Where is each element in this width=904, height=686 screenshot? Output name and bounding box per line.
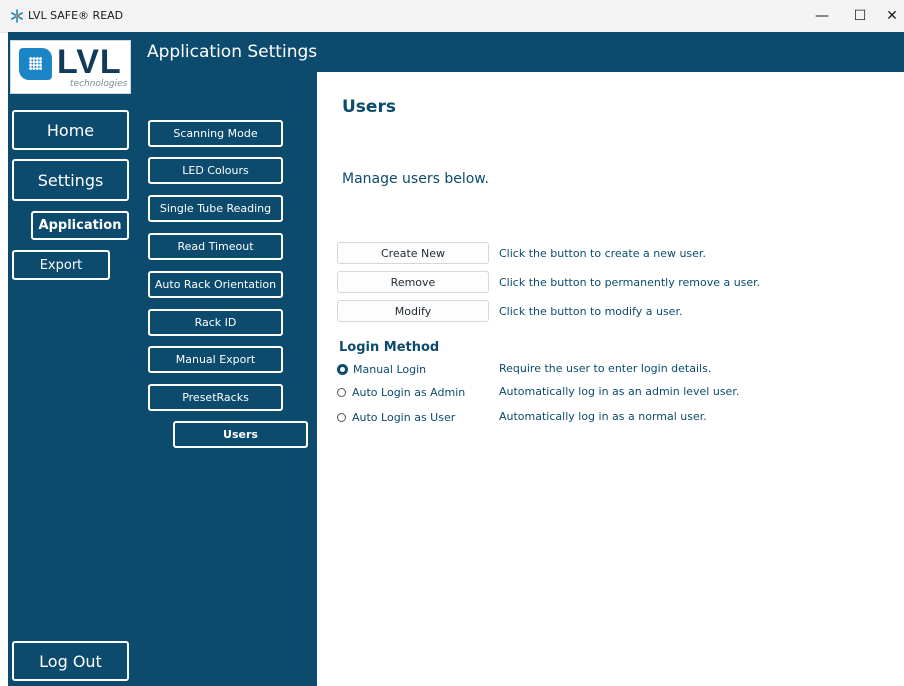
subnav-rack-id[interactable]: Rack ID [148, 309, 283, 336]
logout-button[interactable]: Log Out [12, 641, 129, 681]
remove-description: Click the button to permanently remove a… [499, 276, 761, 289]
auto-login-user-description: Automatically log in as a normal user. [499, 410, 707, 423]
minimize-button[interactable]: — [802, 0, 842, 32]
subnav-led-colours[interactable]: LED Colours [148, 157, 283, 184]
auto-login-admin-description: Automatically log in as an admin level u… [499, 385, 740, 398]
subnav-scanning-mode[interactable]: Scanning Mode [148, 120, 283, 147]
subnav-auto-rack-orientation[interactable]: Auto Rack Orientation [148, 271, 283, 298]
radio-unchecked-icon[interactable] [337, 412, 346, 422]
radio-label[interactable]: Manual Login [353, 363, 426, 376]
nav-application-button[interactable]: Application [31, 211, 129, 240]
radio-label[interactable]: Auto Login as Admin [352, 386, 465, 399]
nav-settings-button[interactable]: Settings [12, 159, 129, 201]
subnav-read-timeout[interactable]: Read Timeout [148, 233, 283, 260]
company-logo: LVL technologies [10, 40, 131, 94]
close-button[interactable]: ✕ [872, 0, 904, 32]
nav-export-button[interactable]: Export [12, 250, 110, 280]
logo-text: LVL [57, 43, 122, 81]
radio-auto-login-admin[interactable]: Auto Login as Admin [337, 384, 465, 400]
radio-label[interactable]: Auto Login as User [352, 411, 455, 424]
radio-manual-login[interactable]: Manual Login [337, 361, 426, 377]
window-title-bar: LVL SAFE® READ — ☐ ✕ [0, 0, 904, 33]
manual-login-description: Require the user to enter login details. [499, 362, 712, 375]
section-intro: Manage users below. [342, 171, 489, 187]
subnav-users[interactable]: Users [173, 421, 308, 448]
logo-mark-icon [19, 48, 52, 80]
snowflake-icon [10, 9, 23, 23]
subnav-manual-export[interactable]: Manual Export [148, 346, 283, 373]
create-new-user-button[interactable]: Create New [337, 242, 489, 264]
page-title: Application Settings [147, 42, 318, 62]
subnav-preset-racks[interactable]: PresetRacks [148, 384, 283, 411]
logo-subtitle: technologies [70, 79, 128, 89]
modify-description: Click the button to modify a user. [499, 305, 683, 318]
create-new-description: Click the button to create a new user. [499, 247, 706, 260]
radio-checked-icon[interactable] [337, 363, 348, 375]
modify-user-button[interactable]: Modify [337, 300, 489, 322]
radio-unchecked-icon[interactable] [337, 387, 346, 397]
remove-user-button[interactable]: Remove [337, 271, 489, 293]
radio-auto-login-user[interactable]: Auto Login as User [337, 409, 455, 425]
window-title: LVL SAFE® READ [28, 9, 124, 22]
subnav-single-tube-reading[interactable]: Single Tube Reading [148, 195, 283, 222]
login-method-heading: Login Method [339, 340, 440, 355]
section-title: Users [342, 97, 396, 117]
nav-home-button[interactable]: Home [12, 110, 129, 150]
